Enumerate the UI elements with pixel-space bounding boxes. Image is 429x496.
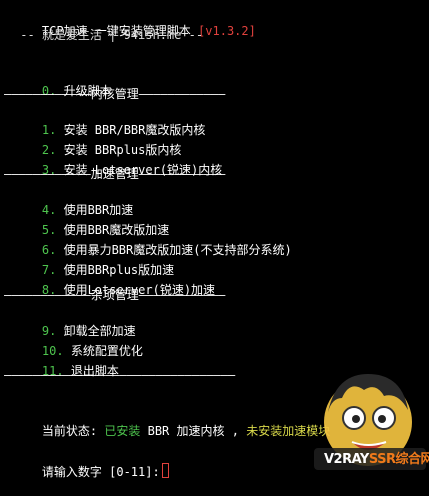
section-header-accel: ————————————加速管理———————————— [4,167,226,181]
prompt-text: 请输入数字 [0-11]: [41,465,160,479]
menu-item-4: 4. 使用BBR加速 [13,186,133,217]
menu-item-7: 7. 使用BBRplus版加速 [13,246,174,277]
watermark-brand: V2RAYSSR综合网 [324,448,429,467]
status-installed: 已安装 [104,424,141,438]
menu-divider: ———————————————————————————————— [4,368,236,382]
section-header-misc: ————————————杂项管理———————————— [4,288,226,302]
watermark-brand-white: V2RAY [324,452,369,467]
status-kernel-text: BBR 加速内核 , [140,424,247,438]
script-title-line: TCP加速 一键安装管理脚本 [v1.3.2] [13,7,256,38]
version-badge: [v1.3.2] [198,24,256,38]
input-prompt[interactable]: 请输入数字 [0-11]: [13,447,169,479]
menu-item-10: 10. 系统配置优化 [13,327,143,358]
menu-item-11: 11. 退出脚本 [13,347,119,378]
terminal-window: TCP加速 一键安装管理脚本 [v1.3.2] -- 就是爱生活 | 94ish… [0,0,429,479]
status-label: 当前状态: [41,424,105,438]
menu-item-3: 3. 安装 Lotserver(锐速)内核 [13,146,222,177]
menu-item-9: 9. 卸载全部加速 [13,307,136,338]
section-header-kernel: ————————————内核管理———————————— [4,87,226,101]
menu-item-6: 6. 使用暴力BBR魔改版加速(不支持部分系统) [13,226,292,257]
menu-item-1: 1. 安装 BBR/BBR魔改版内核 [13,106,205,137]
menu-item-8: 8. 使用Lotserver(锐速)加速 [13,266,215,297]
menu-item-2: 2. 安装 BBRplus版内核 [13,126,181,157]
script-subtitle: -- 就是爱生活 | 94ish.me -- [13,28,204,42]
status-line: 当前状态: 已安装 BBR 加速内核 , 未安装加速模块 [13,407,330,438]
watermark-brand-tail: 综合网 [395,452,429,467]
text-cursor[interactable] [161,463,169,478]
menu-item-0: 0. 升级脚本 [13,67,112,98]
menu-item-5: 5. 使用BBR魔改版加速 [13,206,169,237]
watermark-brand-orange: SSR [368,452,396,467]
